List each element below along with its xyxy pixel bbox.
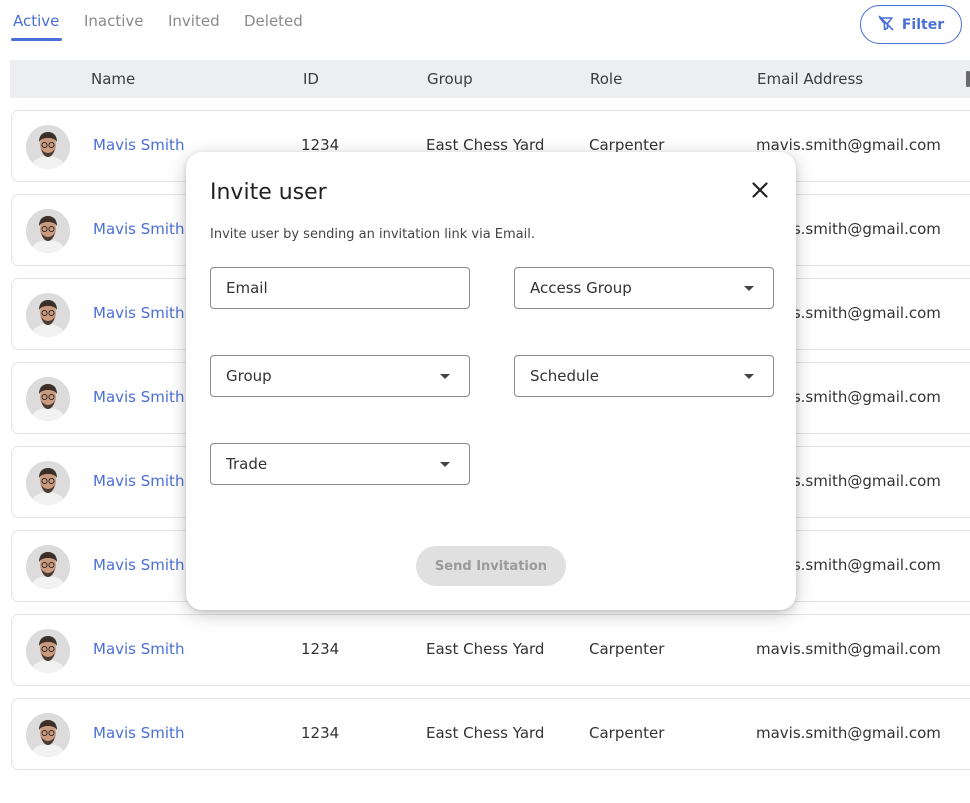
access-group-label: Access Group [530, 279, 632, 297]
user-email: mavis.smith@gmail.com [756, 724, 941, 742]
active-tab-indicator [11, 38, 62, 41]
chevron-down-icon [744, 374, 754, 379]
column-header-email[interactable]: Email Address [757, 70, 863, 88]
email-field-label: Email [226, 279, 268, 297]
user-role: Carpenter [589, 724, 665, 742]
users-page: Active Inactive Invited Deleted Filter N… [0, 0, 970, 803]
dialog-title: Invite user [210, 180, 327, 205]
tab-inactive[interactable]: Inactive [84, 12, 144, 30]
trade-label: Trade [226, 455, 268, 473]
avatar [26, 125, 70, 169]
column-header-id[interactable]: ID [303, 70, 319, 88]
tab-invited[interactable]: Invited [168, 12, 220, 30]
user-name-link[interactable]: Mavis Smith [93, 388, 184, 406]
trade-select[interactable]: Trade [210, 443, 470, 485]
invite-user-dialog: Invite user Invite user by sending an in… [186, 152, 796, 610]
user-name-link[interactable]: Mavis Smith [93, 136, 184, 154]
user-email: mavis.smith@gmail.com [756, 640, 941, 658]
user-email: mavis.smith@gmail.com [756, 136, 941, 154]
group-label: Group [226, 367, 272, 385]
avatar [26, 293, 70, 337]
filter-off-icon [878, 15, 894, 35]
avatar [26, 713, 70, 757]
chevron-down-icon [744, 286, 754, 291]
table-row[interactable]: Mavis Smith 1234 East Chess Yard Carpenter m… [11, 698, 970, 770]
email-field[interactable]: Email [210, 267, 470, 309]
tab-active[interactable]: Active [13, 12, 59, 30]
user-group: East Chess Yard [426, 640, 545, 658]
avatar [26, 209, 70, 253]
filter-button-label: Filter [901, 16, 945, 33]
user-name-link[interactable]: Mavis Smith [93, 724, 184, 742]
close-icon[interactable] [748, 178, 772, 202]
avatar [26, 629, 70, 673]
chevron-down-icon [440, 462, 450, 467]
schedule-select[interactable]: Schedule [514, 355, 774, 397]
tab-deleted[interactable]: Deleted [244, 12, 303, 30]
user-group: East Chess Yard [426, 724, 545, 742]
avatar [26, 545, 70, 589]
dialog-description: Invite user by sending an invitation lin… [210, 227, 535, 242]
table-header: Name ID Group Role Email Address [10, 60, 970, 98]
avatar [26, 461, 70, 505]
column-header-name[interactable]: Name [91, 70, 135, 88]
user-id: 1234 [301, 640, 340, 658]
user-name-link[interactable]: Mavis Smith [93, 640, 184, 658]
user-name-link[interactable]: Mavis Smith [93, 220, 184, 238]
schedule-label: Schedule [530, 367, 599, 385]
column-header-role[interactable]: Role [590, 70, 622, 88]
table-row[interactable]: Mavis Smith 1234 East Chess Yard Carpenter m… [11, 614, 970, 686]
access-group-select[interactable]: Access Group [514, 267, 774, 309]
filter-button[interactable]: Filter [860, 5, 962, 44]
column-header-truncated [966, 71, 970, 87]
user-role: Carpenter [589, 640, 665, 658]
avatar [26, 377, 70, 421]
user-name-link[interactable]: Mavis Smith [93, 304, 184, 322]
user-id: 1234 [301, 724, 340, 742]
user-name-link[interactable]: Mavis Smith [93, 472, 184, 490]
send-invitation-button[interactable]: Send Invitation [416, 546, 566, 586]
column-header-group[interactable]: Group [427, 70, 473, 88]
user-name-link[interactable]: Mavis Smith [93, 556, 184, 574]
status-tabs: Active Inactive Invited Deleted Filter [0, 0, 970, 44]
chevron-down-icon [440, 374, 450, 379]
group-select[interactable]: Group [210, 355, 470, 397]
